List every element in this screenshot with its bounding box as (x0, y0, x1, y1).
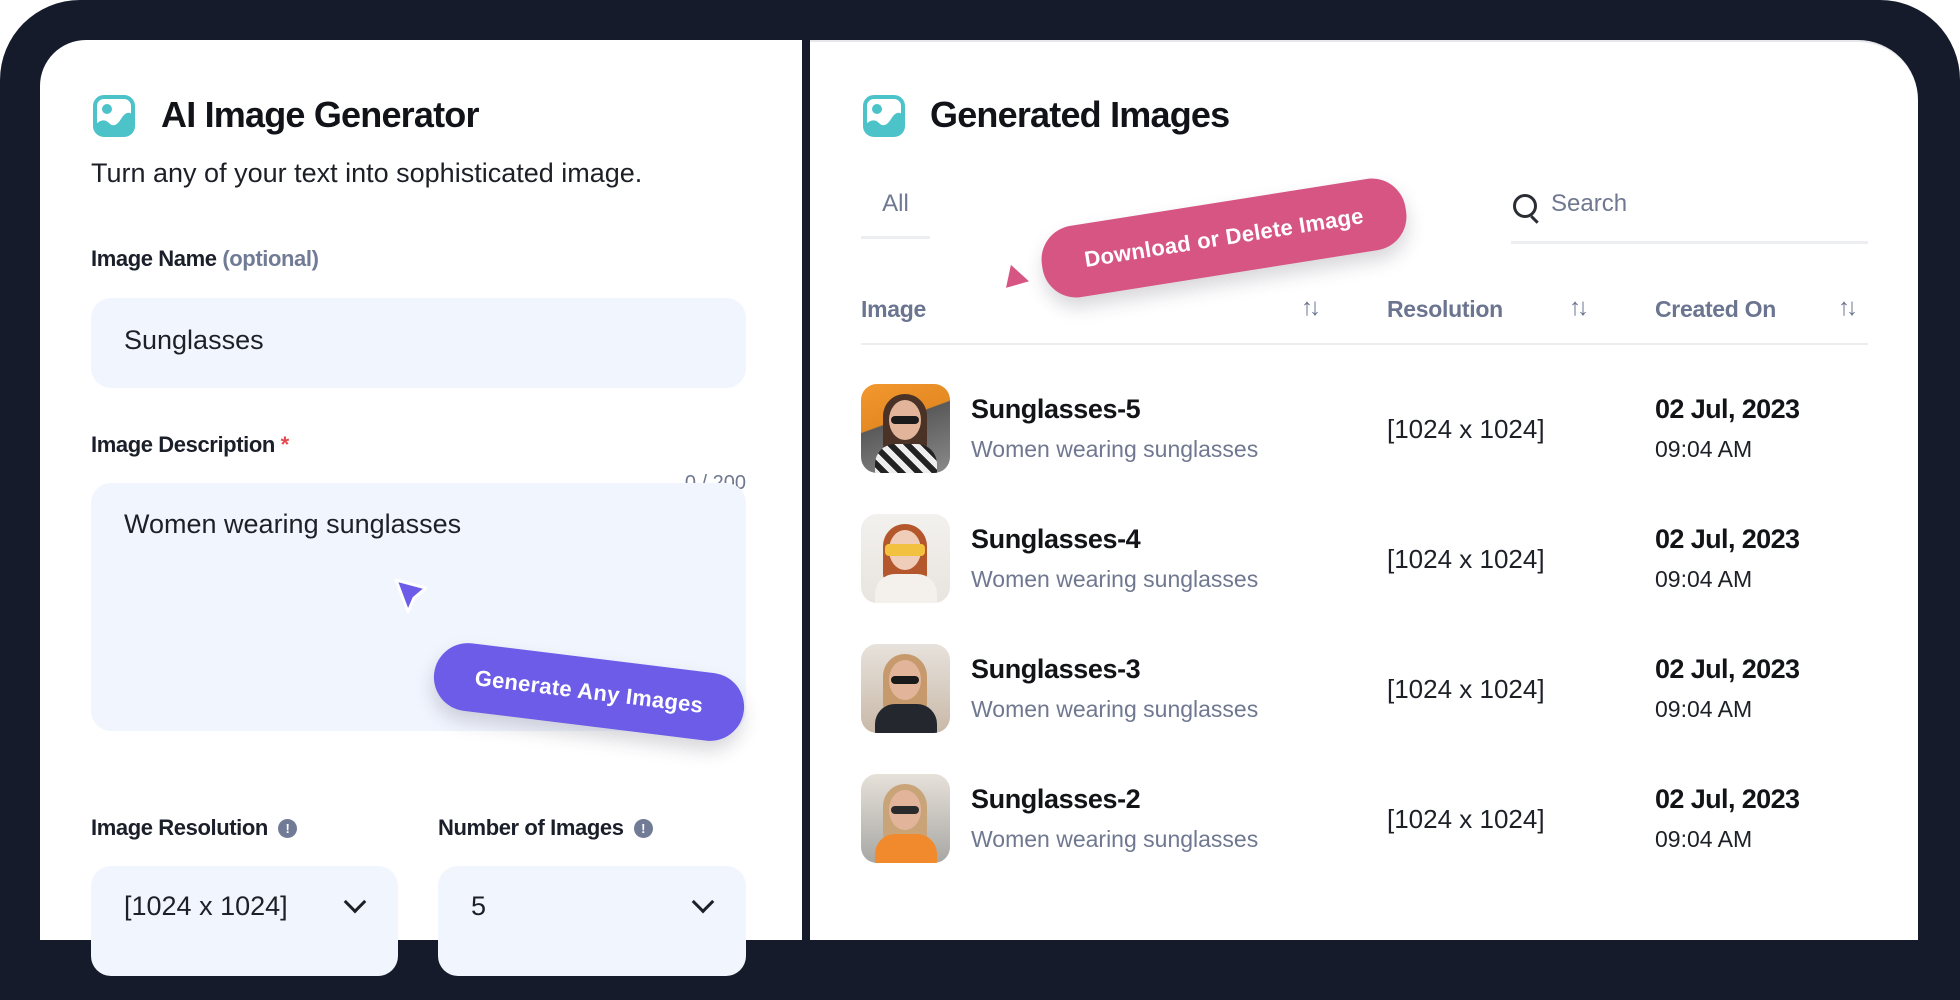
chevron-down-icon (691, 890, 715, 914)
image-description: Women wearing sunglasses (971, 566, 1259, 592)
column-header-image[interactable]: Image (861, 296, 926, 323)
search-icon (1513, 194, 1537, 218)
image-thumbnail[interactable] (861, 774, 950, 863)
table-row[interactable]: Sunglasses-3 Women wearing sunglasses [1… (861, 644, 1868, 734)
info-icon[interactable]: ! (633, 819, 653, 838)
image-description: Women wearing sunglasses (971, 696, 1259, 722)
generator-subtitle: Turn any of your text into sophisticated… (91, 158, 643, 188)
image-resolution-label: Image Resolution! (91, 815, 297, 841)
table-row[interactable]: Sunglasses-2 Women wearing sunglasses [1… (861, 774, 1868, 864)
cursor-pointer-icon (394, 578, 428, 614)
image-thumbnail[interactable] (861, 384, 950, 473)
created-date: 02 Jul, 2023 (1655, 524, 1800, 554)
image-description-value: Women wearing sunglasses (124, 509, 462, 539)
number-of-images-value: 5 (471, 891, 487, 921)
created-time: 09:04 AM (1655, 566, 1753, 592)
cursor-pointer-icon (1002, 260, 1034, 292)
created-time: 09:04 AM (1655, 436, 1753, 462)
created-date: 02 Jul, 2023 (1655, 394, 1800, 424)
table-row[interactable]: Sunglasses-4 Women wearing sunglasses [1… (861, 514, 1868, 604)
image-name-label: Image Name (optional) (91, 246, 319, 272)
search-input[interactable]: Search (1511, 190, 1868, 244)
image-name-input[interactable]: Sunglasses (91, 298, 746, 388)
image-icon (863, 95, 905, 137)
image-name-value: Sunglasses (124, 325, 264, 355)
image-description: Women wearing sunglasses (971, 436, 1259, 462)
chevron-down-icon (343, 890, 367, 914)
sort-icon[interactable]: ↑↓ (1838, 294, 1858, 322)
image-description-label: Image Description * (91, 432, 289, 458)
image-thumbnail[interactable] (861, 644, 950, 733)
sort-icon[interactable]: ↑↓ (1301, 294, 1321, 322)
optional-hint: (optional) (222, 246, 319, 271)
download-or-delete-callout: Download or Delete Image (1036, 173, 1412, 303)
image-name-label-text: Image Name (91, 246, 217, 271)
tab-all[interactable]: All (861, 190, 930, 239)
number-of-images-select[interactable]: 5 (438, 866, 746, 976)
info-icon[interactable]: ! (277, 819, 297, 838)
image-resolution: [1024 x 1024] (1387, 544, 1545, 574)
gallery-panel: Generated Images All Search Download or … (810, 40, 1918, 940)
created-time: 09:04 AM (1655, 826, 1753, 852)
created-time: 09:04 AM (1655, 696, 1753, 722)
image-resolution: [1024 x 1024] (1387, 804, 1545, 834)
image-name: Sunglasses-3 (971, 654, 1141, 684)
table-row[interactable]: Sunglasses-5 Women wearing sunglasses [1… (861, 384, 1868, 474)
column-header-resolution[interactable]: Resolution (1387, 296, 1503, 323)
image-thumbnail[interactable] (861, 514, 950, 603)
image-description-label-text: Image Description (91, 432, 275, 457)
sort-icon[interactable]: ↑↓ (1569, 294, 1589, 322)
number-of-images-label: Number of Images! (438, 815, 653, 841)
required-mark: * (280, 432, 290, 457)
header-divider (861, 343, 1868, 345)
column-header-created-on[interactable]: Created On (1655, 296, 1776, 323)
generator-panel: AI Image Generator Turn any of your text… (40, 40, 802, 976)
image-resolution-select[interactable]: [1024 x 1024] (91, 866, 398, 976)
created-date: 02 Jul, 2023 (1655, 654, 1800, 684)
image-name: Sunglasses-2 (971, 784, 1141, 814)
number-of-images-label-text: Number of Images (438, 815, 624, 840)
created-date: 02 Jul, 2023 (1655, 784, 1800, 814)
image-description: Women wearing sunglasses (971, 826, 1259, 852)
search-placeholder: Search (1551, 190, 1628, 217)
image-name: Sunglasses-4 (971, 524, 1141, 554)
image-resolution: [1024 x 1024] (1387, 674, 1545, 704)
image-name: Sunglasses-5 (971, 394, 1141, 424)
image-resolution-label-text: Image Resolution (91, 815, 268, 840)
image-resolution-value: [1024 x 1024] (124, 891, 288, 921)
image-resolution: [1024 x 1024] (1387, 414, 1545, 444)
image-icon (93, 95, 135, 137)
gallery-title: Generated Images (930, 94, 1230, 135)
generator-title: AI Image Generator (161, 94, 480, 135)
